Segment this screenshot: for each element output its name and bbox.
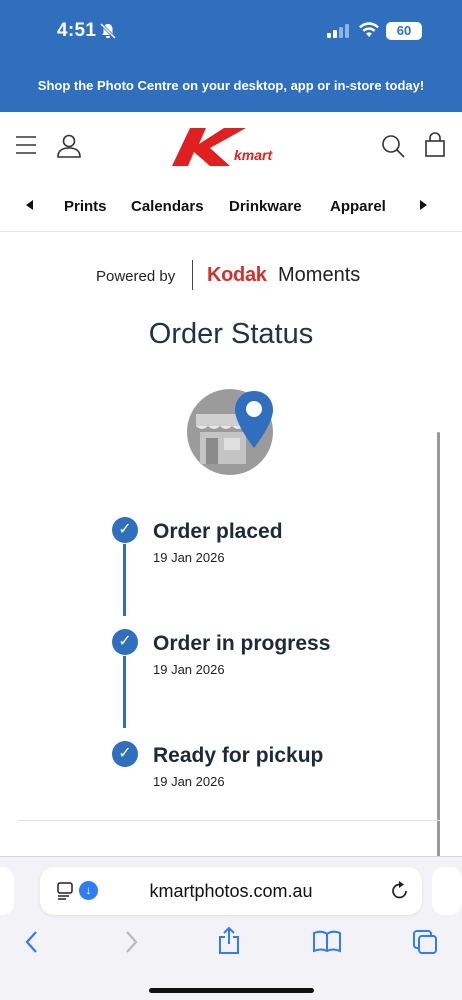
- category-drinkware[interactable]: Drinkware: [229, 198, 302, 215]
- search-icon[interactable]: [381, 134, 406, 164]
- category-prints[interactable]: Prints: [64, 198, 107, 215]
- category-apparel[interactable]: Apparel: [330, 198, 386, 215]
- category-calendars[interactable]: Calendars: [131, 198, 204, 215]
- status-time: 4:51: [57, 20, 97, 41]
- scroll-right-arrow[interactable]: [420, 200, 427, 210]
- bookmarks-icon[interactable]: [312, 929, 342, 958]
- check-icon: ✓: [112, 517, 138, 543]
- previous-tab-preview[interactable]: [0, 867, 14, 915]
- step-date: 19 Jan 2026: [153, 550, 225, 565]
- powered-by: Powered by Kodak Moments: [0, 258, 462, 294]
- store-location-icon: [186, 388, 278, 485]
- url-text[interactable]: kmartphotos.com.au: [40, 881, 422, 902]
- tabs-icon[interactable]: [412, 929, 438, 960]
- category-nav: Prints Calendars Drinkware Apparel: [0, 182, 462, 232]
- page-scrollbar[interactable]: [437, 432, 440, 862]
- address-bar[interactable]: ↓ kmartphotos.com.au: [40, 867, 422, 915]
- kodak-moments-text: Moments: [278, 264, 361, 286]
- step-label: Order in progress: [153, 632, 331, 655]
- wifi-icon: [358, 21, 380, 44]
- content-divider: [18, 820, 440, 821]
- forward-icon[interactable]: [121, 929, 141, 960]
- kmart-logo[interactable]: kmart: [172, 126, 294, 173]
- menu-icon[interactable]: [15, 135, 37, 160]
- status-step-ready-for-pickup: ✓ Ready for pickup 19 Jan 2026: [112, 741, 432, 791]
- browser-toolbar: ↓ kmartphotos.com.au: [0, 856, 462, 1000]
- scroll-left-arrow[interactable]: [26, 200, 33, 210]
- share-icon[interactable]: [216, 925, 242, 960]
- step-label: Ready for pickup: [153, 744, 324, 767]
- check-icon: ✓: [112, 741, 138, 767]
- powered-by-label: Powered by: [96, 268, 176, 285]
- top-banner-area: 4:51 60 Shop the Photo Centre on your de…: [0, 0, 462, 112]
- reload-icon[interactable]: [389, 880, 411, 907]
- back-icon[interactable]: [22, 929, 42, 960]
- check-icon: ✓: [112, 629, 138, 655]
- battery-indicator: 60: [386, 22, 422, 40]
- site-header: kmart: [0, 112, 462, 182]
- bag-icon[interactable]: [424, 132, 446, 163]
- powered-divider: [192, 260, 193, 290]
- home-indicator[interactable]: [149, 988, 314, 993]
- kodak-logo: Kodak: [207, 264, 267, 286]
- logo-wordmark: kmart: [234, 147, 273, 163]
- step-date: 19 Jan 2026: [153, 662, 225, 677]
- page-title: Order Status: [148, 318, 314, 350]
- step-label: Order placed: [153, 520, 283, 543]
- signal-icon: [327, 24, 351, 43]
- status-bar: 4:51 60: [0, 0, 462, 62]
- status-step-order-placed: ✓ Order placed 19 Jan 2026: [112, 517, 432, 567]
- bell-off-icon: [99, 22, 117, 45]
- step-date: 19 Jan 2026: [153, 774, 225, 789]
- promo-banner[interactable]: Shop the Photo Centre on your desktop, a…: [0, 78, 462, 93]
- status-step-order-in-progress: ✓ Order in progress 19 Jan 2026: [112, 629, 432, 679]
- next-tab-preview[interactable]: [432, 867, 462, 915]
- account-icon[interactable]: [56, 133, 82, 164]
